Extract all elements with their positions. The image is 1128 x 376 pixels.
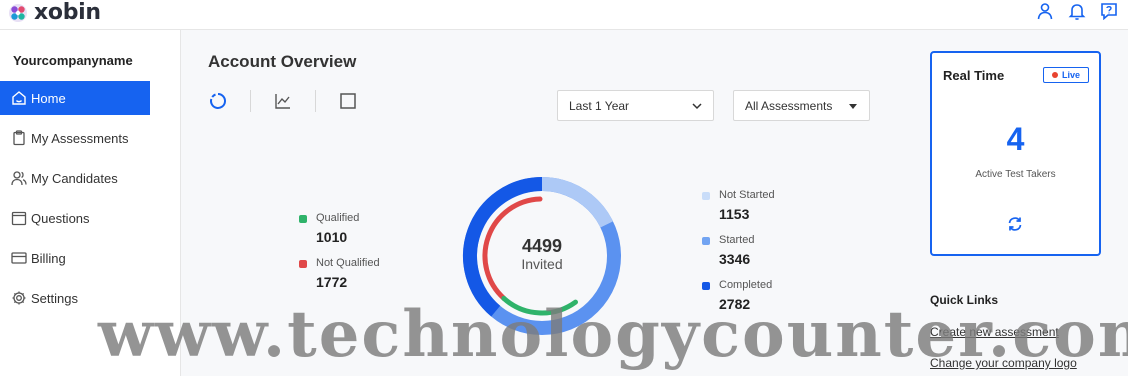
divider bbox=[315, 90, 316, 112]
refresh-icon[interactable] bbox=[1006, 215, 1024, 233]
sidebar-item-label: My Candidates bbox=[31, 170, 118, 186]
sidebar-item-label: Home bbox=[31, 90, 66, 106]
legend-value: 2782 bbox=[719, 296, 751, 312]
invited-total: 4499 bbox=[521, 236, 563, 256]
sidebar-item-label: Questions bbox=[31, 210, 90, 226]
real-time-title: Real Time bbox=[943, 68, 1005, 83]
legend-label: Completed bbox=[719, 279, 773, 291]
user-icon[interactable] bbox=[1036, 2, 1054, 20]
sidebar-item-my-candidates[interactable]: My Candidates bbox=[0, 161, 150, 195]
company-name: Yourcompanyname bbox=[13, 53, 133, 68]
table-icon bbox=[340, 93, 356, 109]
legend-swatch bbox=[299, 215, 307, 223]
page-title: Account Overview bbox=[208, 52, 357, 71]
clipboard-icon bbox=[11, 130, 27, 146]
card-icon bbox=[11, 250, 27, 266]
tab-line-chart[interactable] bbox=[273, 91, 293, 111]
period-select-value: Last 1 Year bbox=[569, 98, 630, 113]
quick-link-create-assessment[interactable]: Create new assessment bbox=[930, 325, 1059, 339]
assessment-select-value: All Assessments bbox=[745, 98, 833, 113]
legend-label: Not Qualified bbox=[316, 257, 380, 269]
sidebar-item-home[interactable]: Home bbox=[0, 81, 150, 115]
real-time-card: Real Time Live 4 Active Test Takers bbox=[930, 51, 1101, 256]
tab-donut-chart[interactable] bbox=[208, 91, 228, 111]
quick-links-title: Quick Links bbox=[930, 293, 999, 307]
home-icon bbox=[11, 90, 27, 106]
active-test-takers-label: Active Test Takers bbox=[975, 169, 1056, 180]
donut-segment-not-started[interactable] bbox=[541, 177, 613, 228]
legend-label: Qualified bbox=[316, 212, 360, 224]
divider bbox=[250, 90, 251, 112]
sidebar-item-my-assessments[interactable]: My Assessments bbox=[0, 121, 150, 155]
brand-logo[interactable]: xobin bbox=[8, 2, 101, 24]
top-bar: xobin bbox=[0, 0, 1128, 30]
legend-label: Started bbox=[719, 234, 755, 246]
assessment-select[interactable]: All Assessments bbox=[733, 90, 870, 121]
brand-name: xobin bbox=[34, 0, 101, 25]
bell-icon[interactable] bbox=[1068, 2, 1086, 20]
legend-swatch bbox=[299, 260, 307, 268]
right-panel: Real Time Live 4 Active Test Takers Quic… bbox=[900, 30, 1128, 376]
live-badge-label: Live bbox=[1061, 70, 1080, 80]
sidebar-item-questions[interactable]: Questions bbox=[0, 201, 150, 235]
gear-icon bbox=[11, 290, 27, 306]
questions-icon bbox=[11, 210, 27, 226]
legend-swatch bbox=[702, 237, 710, 245]
sidebar-item-label: Billing bbox=[31, 250, 66, 266]
caret-down-icon bbox=[849, 104, 857, 109]
legend-label: Not Started bbox=[719, 189, 775, 201]
account-overview-panel: Account Overview Last 1 Year All Assessm… bbox=[181, 30, 900, 376]
sidebar-item-billing[interactable]: Billing bbox=[0, 241, 150, 275]
period-select[interactable]: Last 1 Year bbox=[557, 90, 714, 121]
view-toggle bbox=[208, 90, 358, 112]
sidebar-nav: Home My Assessments My Candidates Questi… bbox=[0, 81, 181, 321]
active-test-takers-count: 4 bbox=[1006, 121, 1025, 157]
donut-chart-icon bbox=[210, 93, 226, 109]
line-chart-icon bbox=[275, 94, 290, 109]
live-dot-icon bbox=[1051, 72, 1058, 78]
legend-swatch bbox=[702, 192, 710, 200]
donut-segment-qualified[interactable] bbox=[501, 295, 578, 316]
legend-value: 1772 bbox=[316, 274, 348, 290]
help-icon[interactable] bbox=[1100, 2, 1118, 20]
chevron-down-icon bbox=[692, 103, 702, 110]
legend-value: 1153 bbox=[719, 206, 750, 222]
legend-value: 1010 bbox=[316, 229, 348, 245]
legend-value: 3346 bbox=[719, 251, 751, 267]
sidebar: Yourcompanyname Home My Assessments My C… bbox=[0, 30, 181, 376]
users-icon bbox=[11, 170, 27, 186]
sidebar-item-settings[interactable]: Settings bbox=[0, 281, 150, 315]
tab-table[interactable] bbox=[338, 91, 358, 111]
quick-link-change-logo[interactable]: Change your company logo bbox=[930, 356, 1077, 370]
xobin-logo-icon bbox=[9, 4, 27, 22]
sidebar-item-label: My Assessments bbox=[31, 130, 129, 146]
live-badge: Live bbox=[1043, 67, 1089, 83]
invited-label: Invited bbox=[521, 256, 563, 272]
legend-swatch bbox=[702, 282, 710, 290]
sidebar-item-label: Settings bbox=[31, 290, 78, 306]
